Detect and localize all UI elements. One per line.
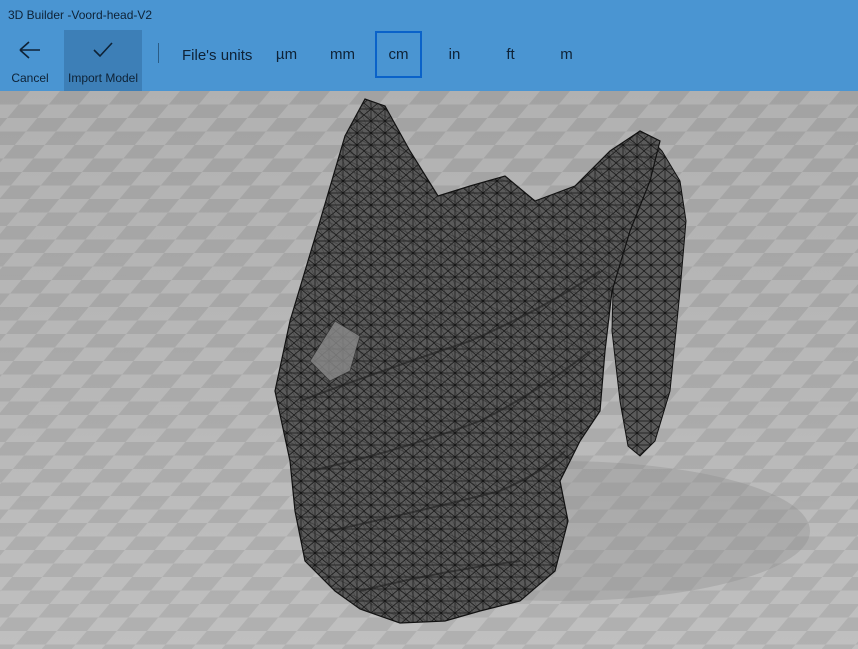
checkmark-icon	[91, 30, 115, 60]
cancel-button[interactable]: Cancel	[4, 30, 56, 91]
unit-micrometer-button[interactable]: µm	[263, 31, 310, 78]
cancel-label: Cancel	[11, 71, 49, 85]
back-arrow-icon	[18, 30, 42, 60]
toolbar-divider	[158, 43, 159, 63]
import-toolbar: Cancel Import Model File's units µm mm c…	[0, 30, 858, 91]
unit-centimeter-button[interactable]: cm	[375, 31, 422, 78]
files-units-label: File's units	[182, 47, 253, 64]
import-model-button[interactable]: Import Model	[64, 30, 142, 91]
unit-inch-button[interactable]: in	[431, 31, 478, 78]
unit-millimeter-button[interactable]: mm	[319, 31, 366, 78]
window-title: 3D Builder -Voord-head-V2	[0, 0, 858, 30]
3d-viewport[interactable]	[0, 91, 858, 649]
unit-meter-button[interactable]: m	[543, 31, 590, 78]
unit-foot-button[interactable]: ft	[487, 31, 534, 78]
import-model-label: Import Model	[67, 71, 139, 85]
